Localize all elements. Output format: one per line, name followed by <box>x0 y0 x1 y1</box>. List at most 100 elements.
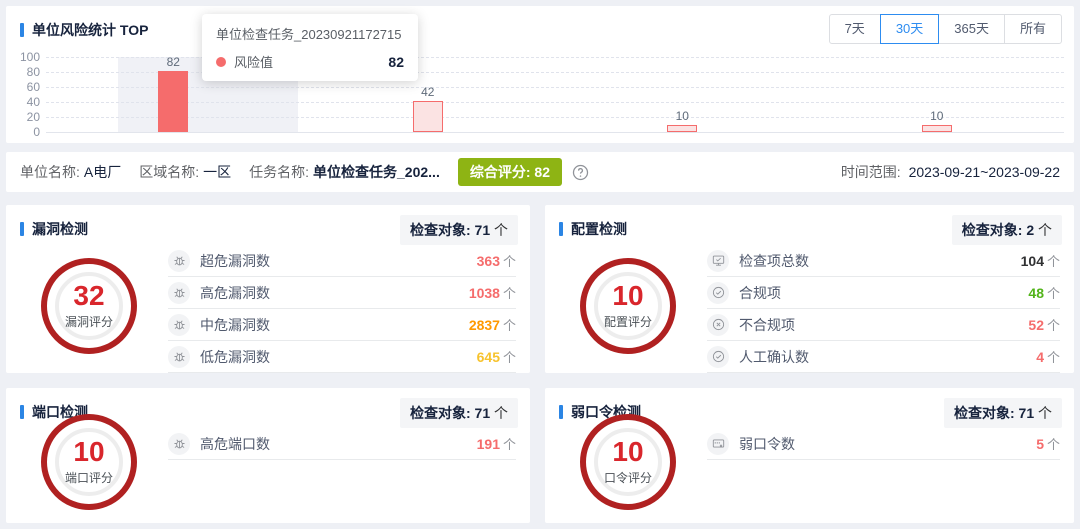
y-axis-tick: 80 <box>6 65 40 79</box>
title-accent-bar <box>559 222 563 236</box>
info-fields: 单位名称:A电厂区域名称:一区任务名称:单位检查任务_202... <box>20 162 458 182</box>
bar-value-label: 10 <box>662 109 702 123</box>
stat-value: 5 <box>1036 436 1044 452</box>
chart-bar-3[interactable] <box>667 125 697 133</box>
risk-statistics-card: 单位风险统计 TOP 7天30天365天所有 10080604020082421… <box>6 6 1074 143</box>
stat-value: 48 <box>1028 285 1044 301</box>
score-badge-value: 82 <box>534 164 550 180</box>
stat-label: 超危漏洞数 <box>200 251 270 271</box>
stat-label: 检查项总数 <box>739 251 809 271</box>
range-button-4[interactable]: 所有 <box>1004 14 1062 44</box>
stat-row: 高危端口数 191 个 <box>168 428 516 460</box>
check-circle-icon <box>707 282 729 304</box>
stat-value: 191 <box>477 436 500 452</box>
target-label: 检查对象: <box>410 222 471 238</box>
tooltip-series-label: 风险值 <box>234 52 273 71</box>
score-gauge: 32 漏洞评分 <box>41 258 137 354</box>
y-axis-tick: 40 <box>6 95 40 109</box>
stat-value: 4 <box>1036 349 1044 365</box>
info-field-3: 任务名称:单位检查任务_202... <box>249 162 440 182</box>
info-field-1: 单位名称:A电厂 <box>20 162 121 182</box>
stat-row: 高危漏洞数 1038 个 <box>168 277 516 309</box>
target-unit: 个 <box>1038 222 1052 238</box>
score-badge-label: 综合评分: <box>470 164 531 180</box>
stat-unit: 个 <box>1047 283 1060 302</box>
range-button-2[interactable]: 30天 <box>880 14 939 44</box>
panel-title: 漏洞检测 <box>20 219 88 239</box>
score-value: 10 <box>612 282 643 310</box>
panel-title: 配置检测 <box>559 219 627 239</box>
stat-value: 363 <box>477 253 500 269</box>
stat-value: 52 <box>1028 317 1044 333</box>
target-unit: 个 <box>494 222 508 238</box>
range-button-3[interactable]: 365天 <box>938 14 1005 44</box>
help-icon[interactable] <box>572 164 589 181</box>
stat-unit: 个 <box>1047 434 1060 453</box>
y-axis-tick: 60 <box>6 80 40 94</box>
score-value: 10 <box>73 438 104 466</box>
time-range-value: 2023-09-21~2023-09-22 <box>909 164 1060 180</box>
target-count-badge: 检查对象: 71 个 <box>400 215 518 245</box>
target-count: 71 <box>1019 405 1035 421</box>
time-range-button-group: 7天30天365天所有 <box>829 14 1062 44</box>
bar-value-label: 42 <box>408 85 448 99</box>
chart-bar-4[interactable] <box>922 125 952 133</box>
chart-bar-2[interactable] <box>413 101 443 133</box>
stat-unit: 个 <box>503 434 516 453</box>
check-circle-icon <box>707 346 729 368</box>
stat-label: 高危端口数 <box>200 434 270 454</box>
task-info-bar: 单位名称:A电厂区域名称:一区任务名称:单位检查任务_202... 综合评分: … <box>6 152 1074 192</box>
stat-row: 人工确认数 4 个 <box>707 341 1060 373</box>
stat-unit: 个 <box>1047 347 1060 366</box>
stat-unit: 个 <box>1047 315 1060 334</box>
score-label: 端口评分 <box>65 469 113 486</box>
stat-value: 645 <box>477 349 500 365</box>
stat-value: 104 <box>1021 253 1044 269</box>
stat-row: 检查项总数 104 个 <box>707 245 1060 277</box>
stat-unit: 个 <box>1047 251 1060 270</box>
gridline-0 <box>46 132 1064 133</box>
target-count-badge: 检查对象: 2 个 <box>952 215 1062 245</box>
info-field-label: 区域名称: <box>139 164 199 180</box>
target-label: 检查对象: <box>954 405 1015 421</box>
y-axis-tick: 100 <box>6 50 40 64</box>
target-unit: 个 <box>494 405 508 421</box>
bug-icon <box>168 314 190 336</box>
stat-unit: 个 <box>503 251 516 270</box>
score-label: 漏洞评分 <box>65 313 113 330</box>
score-label: 配置评分 <box>604 313 652 330</box>
chart-bar-1[interactable] <box>158 71 188 133</box>
stat-row: 弱口令数 5 个 <box>707 428 1060 460</box>
title-accent-bar <box>20 405 24 419</box>
gridline-20 <box>46 117 1064 118</box>
x-circle-icon <box>707 314 729 336</box>
panel-title-text: 漏洞检测 <box>32 219 88 239</box>
score-label: 口令评分 <box>604 469 652 486</box>
target-count-badge: 检查对象: 71 个 <box>944 398 1062 428</box>
stat-unit: 个 <box>503 347 516 366</box>
info-field-value: 单位检查任务_202... <box>313 164 440 180</box>
gridline-60 <box>46 87 1064 88</box>
stat-label: 低危漏洞数 <box>200 347 270 367</box>
target-count: 71 <box>475 405 491 421</box>
stat-row: 中危漏洞数 2837 个 <box>168 309 516 341</box>
target-count: 2 <box>1026 222 1034 238</box>
tooltip-title: 单位检查任务_20230921172715 <box>216 24 404 43</box>
time-range-label: 时间范围: <box>841 164 901 180</box>
gridline-80 <box>46 72 1064 73</box>
time-range: 时间范围: 2023-09-21~2023-09-22 <box>841 162 1060 182</box>
bar-value-label: 10 <box>917 109 957 123</box>
stat-row: 超危漏洞数 363 个 <box>168 245 516 277</box>
info-field-label: 单位名称: <box>20 164 80 180</box>
panel-title-text: 配置检测 <box>571 219 627 239</box>
range-button-1[interactable]: 7天 <box>829 14 881 44</box>
bar-value-label: 82 <box>153 55 193 69</box>
info-field-label: 任务名称: <box>249 164 309 180</box>
panel-3: 端口检测 检查对象: 71 个 10 端口评分 高危端口数 191 个 <box>6 388 530 523</box>
password-icon <box>707 433 729 455</box>
stat-unit: 个 <box>503 315 516 334</box>
chart-tooltip: 单位检查任务_20230921172715 风险值 82 <box>202 14 418 81</box>
stat-value: 1038 <box>469 285 500 301</box>
panel-2: 配置检测 检查对象: 2 个 10 配置评分 检查项总数 104 个 合规项 4… <box>545 205 1074 373</box>
bug-icon <box>168 433 190 455</box>
